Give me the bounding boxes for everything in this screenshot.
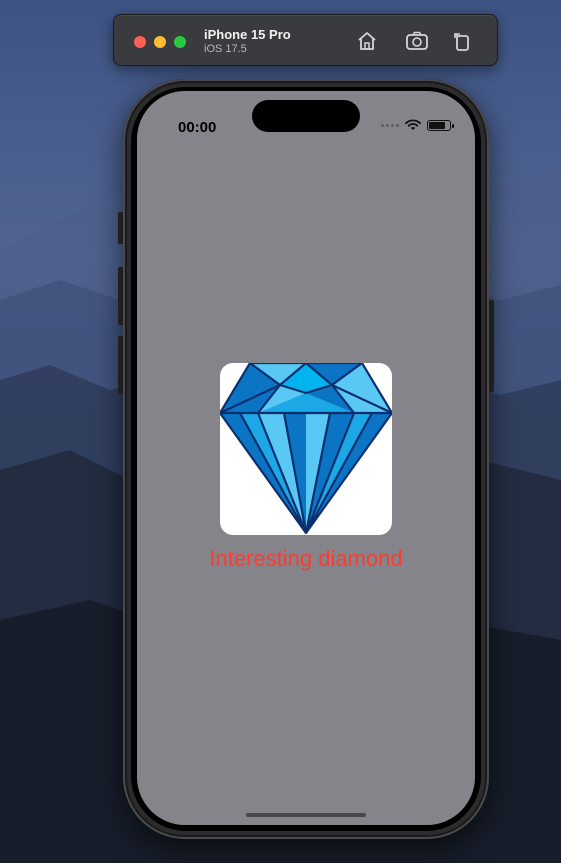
- device-name: iPhone 15 Pro: [204, 27, 291, 42]
- minimize-window-button[interactable]: [154, 36, 166, 48]
- device-os-version: iOS 17.5: [204, 43, 247, 55]
- iphone-frame: 00:00 Interesting diamond: [123, 79, 489, 839]
- diamond-image: [220, 363, 392, 535]
- diamond-caption: Interesting diamond: [209, 546, 403, 571]
- screenshot-button[interactable]: [404, 28, 430, 54]
- status-time: 00:00: [178, 119, 217, 136]
- rotate-icon: [454, 33, 469, 51]
- status-bar-icons: [381, 119, 454, 131]
- diamond-icon: [220, 363, 392, 535]
- wifi-icon: [405, 119, 421, 130]
- home-icon: [358, 32, 376, 50]
- screenshot-icon: [406, 31, 428, 50]
- home-indicator[interactable]: [246, 813, 366, 817]
- simulator-toolbar: iPhone 15 Pro iOS 17.5: [113, 14, 498, 66]
- battery-icon: [427, 119, 454, 131]
- dynamic-island: [252, 100, 360, 132]
- phone-screen: 00:00 Interesting diamond: [137, 91, 475, 825]
- home-button[interactable]: [354, 28, 380, 54]
- close-window-button[interactable]: [134, 36, 146, 48]
- zoom-window-button[interactable]: [174, 36, 186, 48]
- signal-dots-icon: [381, 123, 399, 127]
- rotate-button[interactable]: [449, 28, 475, 54]
